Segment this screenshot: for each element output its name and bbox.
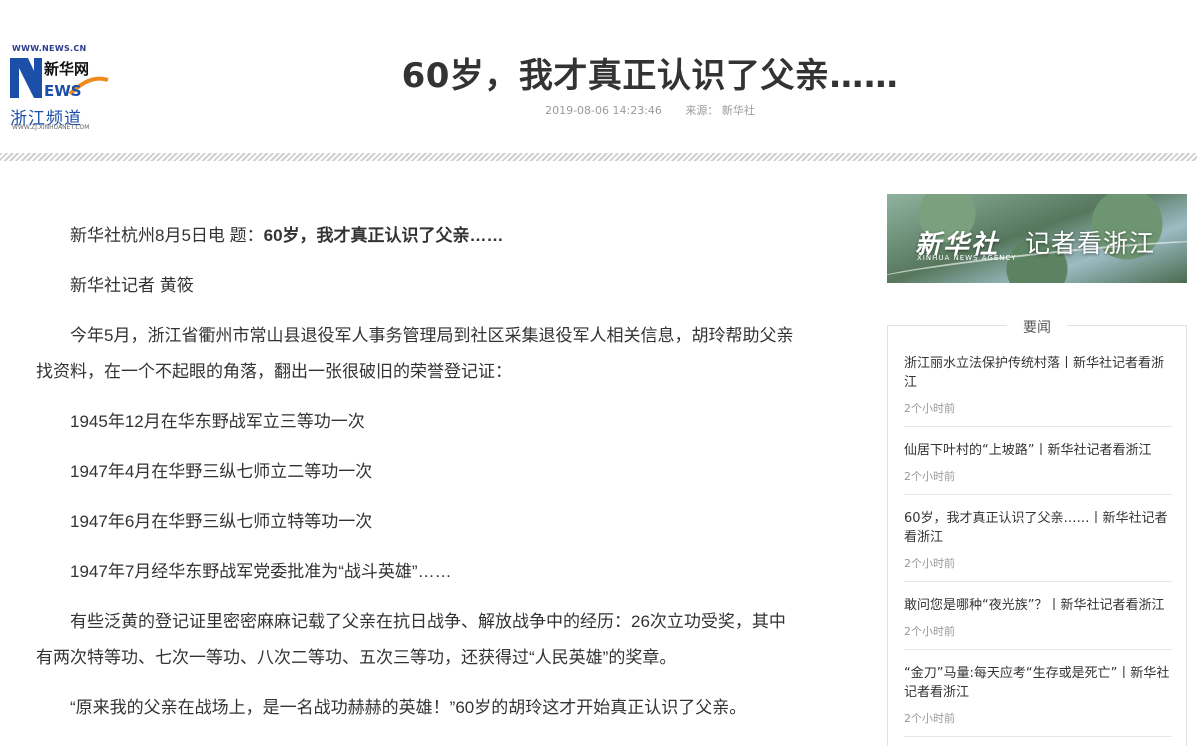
news-headline-link[interactable]: 敢问您是哪种“夜光族”？丨新华社记者看浙江 — [904, 596, 1172, 615]
list-item: “金刀”马量:每天应考“生存或是死亡”丨新华社记者看浙江 2个小时前 — [904, 664, 1172, 737]
article-paragraph: 1945年12月在华东野战军立三等功一次 — [70, 412, 365, 431]
important-news-box: 要闻 浙江丽水立法保护传统村落丨新华社记者看浙江 2个小时前 仙居下叶村的“上坡… — [887, 320, 1187, 746]
logo-ews-text: EWS — [44, 82, 82, 100]
page-title: 60岁，我才真正认识了父亲…… — [401, 56, 899, 96]
logo-cn-text: 新华网 — [44, 60, 89, 78]
logo-site-text: WWW.NEWS.CN — [12, 44, 87, 53]
news-time: 2个小时前 — [904, 470, 955, 483]
xinhua-news-logo-icon: 新华网 EWS — [10, 58, 109, 100]
banner-brand-en: XINHUA NEWS AGENCY — [917, 254, 1017, 262]
dateline-title: 60岁，我才真正认识了父亲…… — [263, 226, 504, 245]
news-list: 浙江丽水立法保护传统村落丨新华社记者看浙江 2个小时前 仙居下叶村的“上坡路”丨… — [904, 354, 1172, 751]
list-item: 仙居下叶村的“上坡路”丨新华社记者看浙江 2个小时前 — [904, 441, 1172, 495]
header-divider — [0, 153, 1197, 161]
article-paragraph: 新华社记者 黄筱 — [70, 276, 194, 295]
logo-url: WWW.ZJ.XINHUANET.COM — [12, 124, 90, 131]
news-time: 2个小时前 — [904, 402, 955, 415]
news-headline-link[interactable]: 60岁，我才真正认识了父亲……丨新华社记者看浙江 — [904, 509, 1172, 547]
list-item: 60岁，我才真正认识了父亲……丨新华社记者看浙江 2个小时前 — [904, 509, 1172, 582]
article-paragraph: “原来我的父亲在战场上，是一名战功赫赫的英雄！”60岁的胡玲这才开始真正认识了父… — [70, 698, 747, 717]
news-box-title: 要闻 — [888, 317, 1186, 337]
article-paragraph: 今年5月，浙江省衢州市常山县退役军人事务管理局到社区采集退役军人相关信息，胡玲帮… — [36, 326, 794, 381]
article-paragraph: 1947年6月在华野三纵七师立特等功一次 — [70, 512, 373, 531]
publish-datetime: 2019-08-06 14:23:46 — [545, 104, 662, 117]
article-paragraph: 1947年7月经华东野战军党委批准为“战斗英雄”…… — [70, 562, 452, 581]
news-headline-link[interactable]: 浙江丽水立法保护传统村落丨新华社记者看浙江 — [904, 354, 1172, 392]
site-logo[interactable]: WWW.NEWS.CN 新华网 EWS 浙江频道 WWW.ZJ.XINHUANE… — [10, 44, 110, 131]
article-paragraph: 1947年4月在华野三纵七师立二等功一次 — [70, 462, 373, 481]
news-headline-link[interactable]: 仙居下叶村的“上坡路”丨新华社记者看浙江 — [904, 441, 1172, 460]
banner-slogan: 记者看浙江 — [1025, 229, 1156, 258]
news-time: 2个小时前 — [904, 712, 955, 725]
news-time: 2个小时前 — [904, 625, 955, 638]
article-source: 来源： 新华社 — [685, 104, 755, 117]
reporter-zhejiang-banner[interactable]: 新华社 XINHUA NEWS AGENCY 记者看浙江 — [887, 194, 1187, 283]
news-time: 2个小时前 — [904, 557, 955, 570]
article-dateline: 新华社杭州8月5日电 题：60岁，我才真正认识了父亲…… — [70, 226, 504, 245]
article-meta: 2019-08-06 14:23:46 来源： 新华社 — [250, 102, 1050, 118]
article-paragraph: 有些泛黄的登记证里密密麻麻记载了父亲在抗日战争、解放战争中的经历：26次立功受奖… — [36, 612, 786, 667]
news-headline-link[interactable]: “金刀”马量:每天应考“生存或是死亡”丨新华社记者看浙江 — [904, 664, 1172, 702]
list-item: 敢问您是哪种“夜光族”？丨新华社记者看浙江 2个小时前 — [904, 596, 1172, 650]
list-item: 浙江丽水立法保护传统村落丨新华社记者看浙江 2个小时前 — [904, 354, 1172, 427]
article-body: 新华社杭州8月5日电 题：60岁，我才真正认识了父亲…… 新华社记者 黄筱 今年… — [36, 218, 796, 740]
